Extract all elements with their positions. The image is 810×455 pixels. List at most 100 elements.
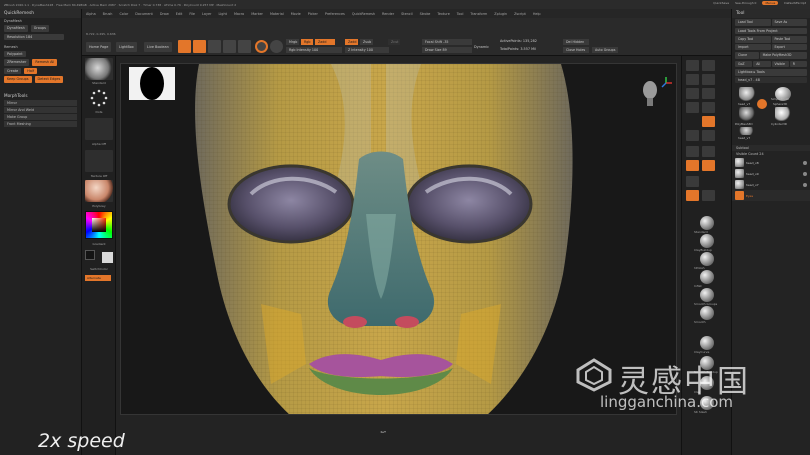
lightbox-tools-button[interactable]: Lightbox ▸ Tools (735, 69, 807, 76)
menu-draw[interactable]: Draw (160, 12, 169, 16)
draw-size-slider[interactable]: Draw Size 89 (422, 47, 472, 53)
menu-render[interactable]: Render (382, 12, 394, 16)
secondary-color-swatch[interactable] (102, 252, 113, 263)
eye-icon[interactable] (803, 160, 807, 165)
menu-brush[interactable]: Brush (103, 12, 113, 16)
dynamesh-button[interactable]: DynaMesh (4, 25, 28, 32)
menu-preferences[interactable]: Preferences (325, 12, 345, 16)
load-tool-button[interactable]: Load Tool (735, 19, 771, 26)
menu-marker[interactable]: Marker (251, 12, 263, 16)
zadd-button[interactable]: Zadd (345, 39, 358, 45)
current-tool-slider[interactable]: head_v7 . 48 (735, 76, 807, 83)
rotate-icon[interactable] (238, 40, 251, 53)
menu-zscript[interactable]: Zscript (514, 12, 526, 16)
zsub-button[interactable]: Zsub (360, 39, 373, 45)
move-view-button[interactable] (702, 130, 715, 141)
xpose-button[interactable] (702, 190, 715, 201)
aahalf-button[interactable] (702, 88, 715, 99)
tool-thumb-star[interactable] (739, 107, 755, 121)
make-polymesh3d-button[interactable]: Make PolyMesh3D (759, 52, 807, 59)
menu-edit[interactable]: Edit (176, 12, 183, 16)
local-button[interactable] (702, 116, 715, 127)
front-meshing-button[interactable]: Front Meshing (4, 120, 77, 127)
actual-button[interactable] (686, 88, 699, 99)
subtool-row-selected[interactable]: Eyes (732, 190, 810, 201)
focal-shift-slider[interactable]: Focal Shift -35 (422, 39, 472, 45)
del-hidden-button[interactable]: Del Hidden (563, 39, 589, 45)
menu-zplugin[interactable]: Zplugin (494, 12, 507, 16)
floor-button[interactable] (702, 102, 715, 113)
clone-button[interactable]: Clone (735, 52, 759, 59)
dynamic-toggle[interactable]: Dynamic (474, 45, 489, 49)
quicksave-button[interactable]: QuickSave (713, 1, 729, 5)
menu-stroke[interactable]: Stroke (420, 12, 431, 16)
menu-macro[interactable]: Macro (234, 12, 244, 16)
draw-icon[interactable] (193, 40, 206, 53)
menu-color[interactable]: Color (119, 12, 128, 16)
z-intensity-slider[interactable]: Z Intensity 100 (345, 47, 389, 53)
color-sphere-icon[interactable] (270, 40, 283, 53)
rotate-view-button[interactable] (702, 146, 715, 157)
spix-button[interactable] (702, 60, 715, 71)
mrgb-toggle[interactable]: Mrgb (286, 39, 299, 45)
eye-icon[interactable] (803, 171, 807, 176)
resolution-slider[interactable]: Resolution 184 (4, 33, 64, 40)
polyf-button[interactable] (686, 160, 699, 171)
bpr-button[interactable] (686, 60, 699, 71)
zcut-button[interactable]: Zcut (388, 39, 400, 45)
import-button[interactable]: Import (735, 43, 771, 50)
brush-shortcut-claybuildup[interactable] (700, 234, 714, 248)
alpha-icon[interactable] (85, 118, 113, 140)
groups-button[interactable]: Groups (30, 25, 49, 32)
brush-shortcut-smooth[interactable] (700, 306, 714, 320)
menu-help[interactable]: Help (533, 12, 541, 16)
menu-movie[interactable]: Movie (291, 12, 301, 16)
switch-color-button[interactable]: SwitchColor (82, 267, 116, 271)
navigation-head-icon[interactable] (641, 78, 659, 108)
texture-icon[interactable] (85, 150, 113, 172)
transp-button[interactable] (702, 160, 715, 171)
tool-thumb-head-small[interactable] (739, 127, 755, 135)
color-picker[interactable] (85, 211, 113, 239)
rgb-toggle[interactable]: Rgb (301, 39, 313, 45)
edit-icon[interactable] (178, 40, 191, 53)
canvas-bottom-handle[interactable]: ◂▴▾ (380, 429, 386, 434)
menu-quickremesh[interactable]: QuickRemesh (352, 12, 375, 16)
live-boolean-button[interactable]: Live Boolean (144, 42, 172, 52)
polypaint-button[interactable]: Polypaint (4, 50, 26, 57)
close-holes-button[interactable]: Close Holes (563, 47, 589, 53)
menus-button[interactable]: Menus (762, 1, 779, 5)
default-zscript-button[interactable]: DefaultZScript (784, 1, 806, 5)
home-page-button[interactable]: Home Page (86, 42, 112, 52)
copy-tool-button[interactable]: Copy Tool (735, 36, 771, 43)
load-tools-from-project-button[interactable]: Load Tools From Project (735, 27, 807, 34)
tool-thumb-head[interactable] (739, 87, 755, 101)
subtool-row[interactable]: head_v7 (732, 179, 810, 190)
r-button[interactable]: R (789, 60, 807, 67)
brush-shortcut-claycurve[interactable] (700, 336, 714, 350)
morphtools-header[interactable]: MorphTools (0, 90, 81, 99)
alternate-button[interactable]: Alternate (85, 275, 111, 281)
quickremesh-header[interactable]: QuickRemesh (0, 9, 81, 18)
frame-button[interactable] (686, 130, 699, 141)
eye-icon[interactable] (803, 182, 807, 187)
rgb-intensity-slider[interactable]: Rgb Intensity 100 (286, 47, 342, 53)
axis-gizmo-icon[interactable] (659, 76, 673, 90)
brush-shortcut-smooth-groups[interactable] (700, 288, 714, 302)
menu-material[interactable]: Material (270, 12, 284, 16)
export-button[interactable]: Export (771, 43, 807, 50)
persp-button[interactable] (686, 102, 699, 113)
auto-groups-button[interactable]: Auto Groups (592, 47, 618, 53)
menu-document[interactable]: Document (135, 12, 153, 16)
material-sphere-icon[interactable] (255, 40, 268, 53)
move-icon[interactable] (208, 40, 221, 53)
see-through-slider[interactable]: See-through 0 (735, 1, 756, 5)
tool-thumb-cylinder[interactable] (775, 107, 791, 121)
subtool-row[interactable]: head_v8 (732, 157, 810, 168)
ghost-button[interactable] (686, 176, 699, 187)
detect-edges-toggle[interactable]: Detect Edges (34, 76, 64, 83)
tool-thumb-simplebrush[interactable] (757, 99, 767, 109)
menu-tool[interactable]: Tool (457, 12, 464, 16)
save-as-button[interactable]: Save As (771, 19, 807, 26)
scale-icon[interactable] (223, 40, 236, 53)
